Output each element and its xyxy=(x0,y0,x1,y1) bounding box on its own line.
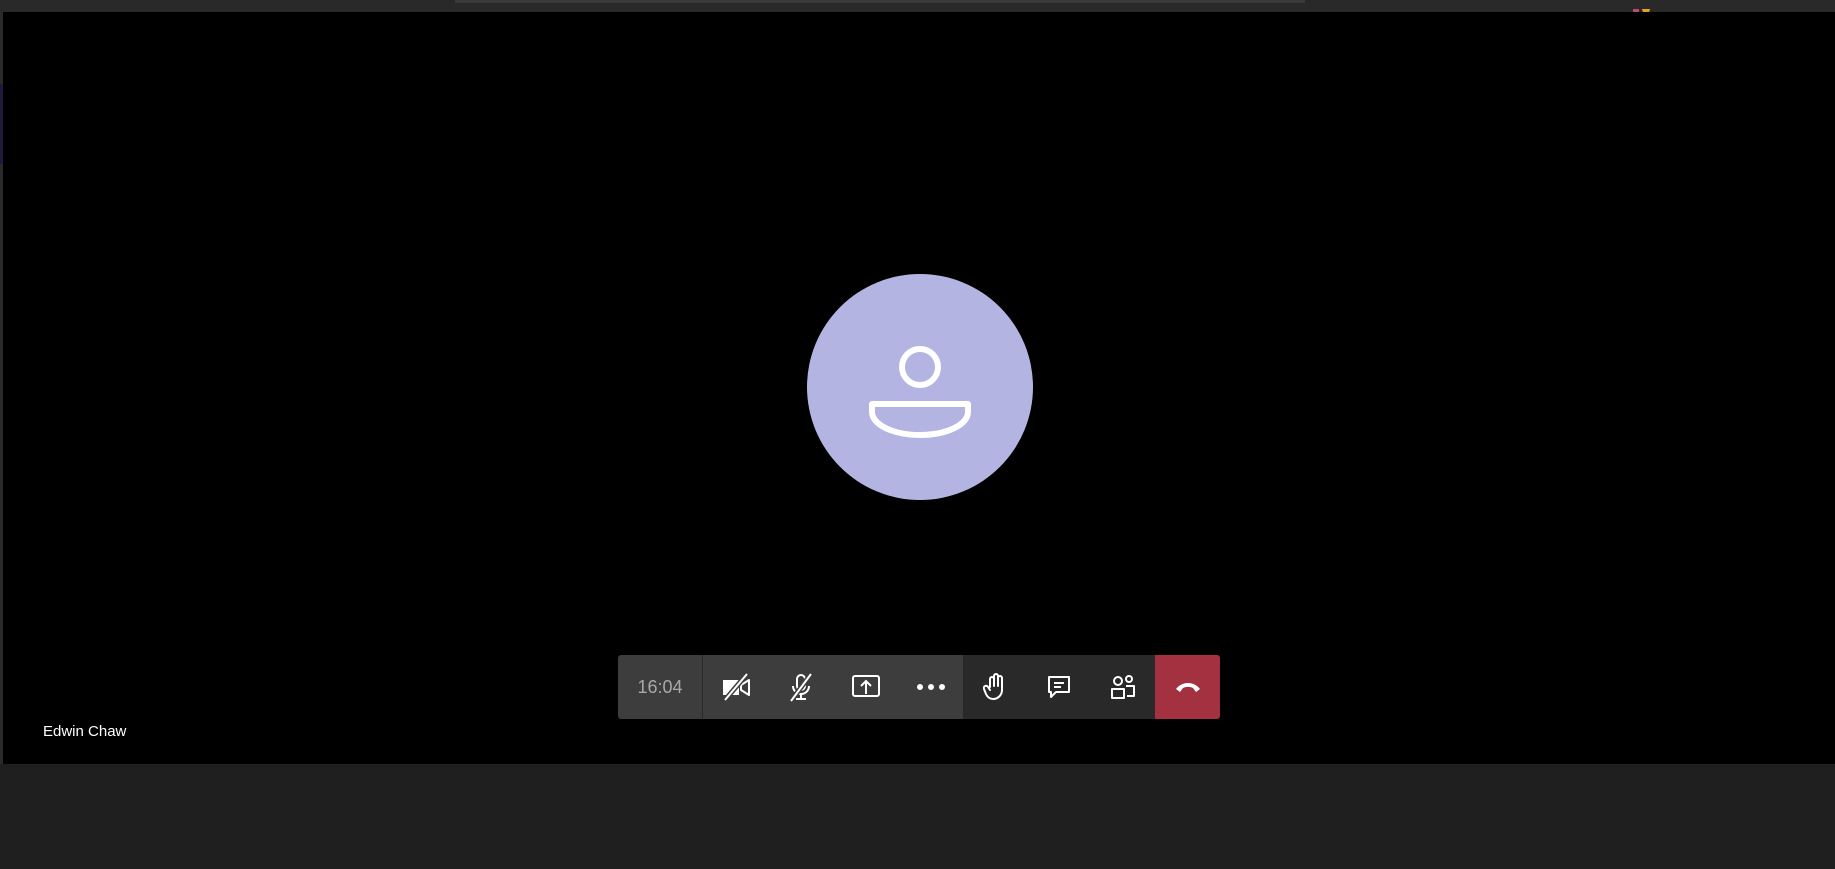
call-controls: 16:04 xyxy=(618,655,1220,719)
media-controls xyxy=(703,655,963,719)
hang-up-icon xyxy=(1175,683,1200,692)
raise-hand-icon xyxy=(983,673,1003,700)
camera-off-icon xyxy=(722,673,750,701)
mic-toggle-button[interactable] xyxy=(768,655,833,719)
more-actions-button[interactable] xyxy=(898,655,963,719)
notification-icon[interactable] xyxy=(1633,0,1653,13)
camera-toggle-button[interactable] xyxy=(703,655,768,719)
hang-up-button[interactable] xyxy=(1155,655,1220,719)
meeting-controls xyxy=(963,655,1155,719)
share-screen-icon xyxy=(851,675,880,697)
call-timer: 16:04 xyxy=(618,655,703,719)
participants-button[interactable] xyxy=(1091,655,1155,719)
participant-name: Edwin Chaw xyxy=(43,723,127,740)
mic-off-icon xyxy=(788,672,813,702)
person-icon xyxy=(869,346,971,438)
raise-hand-button[interactable] xyxy=(963,655,1027,719)
title-bar xyxy=(0,0,1835,13)
search-bar[interactable] xyxy=(455,0,1305,3)
bottom-panel xyxy=(0,764,1835,869)
participant-avatar xyxy=(807,274,1033,500)
chat-button[interactable] xyxy=(1027,655,1091,719)
chat-icon xyxy=(1048,676,1070,698)
share-screen-button[interactable] xyxy=(833,655,898,719)
participants-icon xyxy=(1111,675,1135,699)
more-actions-icon xyxy=(916,684,945,690)
